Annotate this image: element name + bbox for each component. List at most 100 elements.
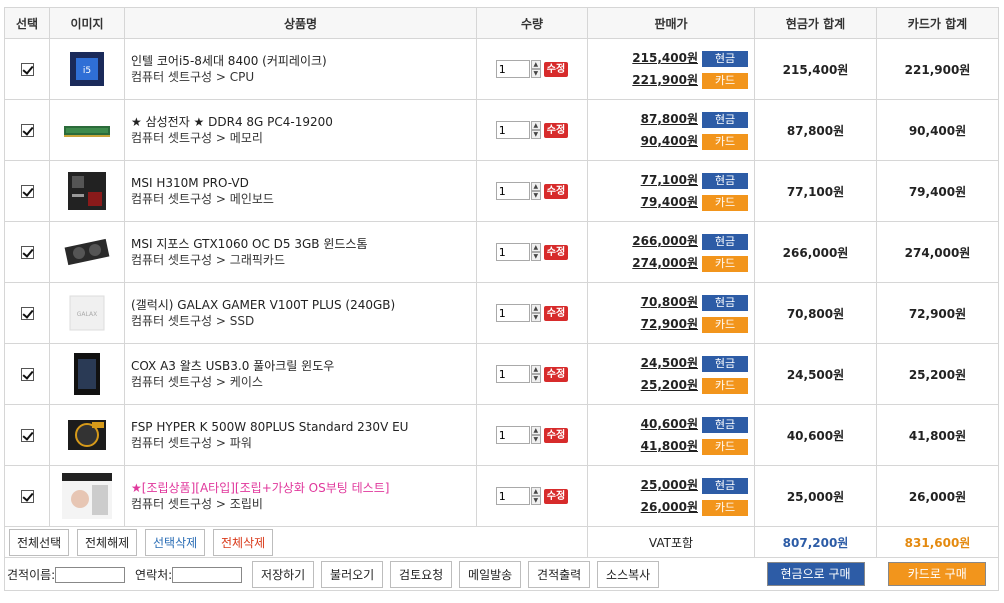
chevron-down-icon[interactable]: ▼ [530,313,541,322]
quantity-stepper[interactable]: ▲ ▼ [530,182,541,200]
cash-tag: 현금 [702,294,748,311]
product-thumbnail[interactable] [62,229,112,275]
modify-button[interactable]: 수정 [543,183,569,199]
product-thumbnail[interactable]: GALAX [62,290,112,336]
chevron-up-icon[interactable]: ▲ [530,243,541,252]
modify-button[interactable]: 수정 [543,122,569,138]
review-request-button[interactable]: 검토요청 [390,560,453,588]
cash-sum: 87,800원 [754,99,877,161]
product-thumbnail[interactable] [62,168,112,214]
quantity-input[interactable] [495,243,530,261]
product-category: 컴퓨터 셋트구성 > CPU [131,70,255,84]
chevron-up-icon[interactable]: ▲ [530,426,541,435]
quantity-stepper[interactable]: ▲ ▼ [530,243,541,261]
quantity-stepper[interactable]: ▲ ▼ [530,60,541,78]
product-thumbnail[interactable] [62,473,112,519]
row-checkbox[interactable] [20,368,34,381]
save-button[interactable]: 저장하기 [252,560,315,588]
cash-price: 87,800원 [640,112,698,126]
quantity-stepper[interactable]: ▲ ▼ [530,487,541,505]
row-checkbox[interactable] [20,429,34,442]
card-price: 274,000원 [632,256,698,270]
product-thumbnail[interactable] [62,351,112,397]
header-name: 상품명 [124,7,477,39]
product-name[interactable]: ★ 삼성전자 ★ DDR4 8G PC4-19200 [131,114,476,130]
chevron-up-icon[interactable]: ▲ [530,487,541,496]
chevron-up-icon[interactable]: ▲ [530,121,541,130]
chevron-up-icon[interactable]: ▲ [530,182,541,191]
chevron-down-icon[interactable]: ▼ [530,496,541,505]
delete-all-button[interactable]: 전체삭제 [213,528,274,556]
product-category: 컴퓨터 셋트구성 > 케이스 [131,375,263,389]
product-thumbnail[interactable] [62,107,112,153]
product-name[interactable]: (갤럭시) GALAX GAMER V100T PLUS (240GB) [131,297,476,313]
product-thumbnail[interactable]: i5 [62,46,112,92]
product-name[interactable]: MSI H310M PRO-VD [131,175,476,191]
quantity-input[interactable] [495,182,530,200]
row-checkbox[interactable] [20,124,34,137]
modify-button[interactable]: 수정 [543,305,569,321]
quantity-input[interactable] [495,365,530,383]
product-name[interactable]: FSP HYPER K 500W 80PLUS Standard 230V EU [131,419,476,435]
chevron-down-icon[interactable]: ▼ [530,191,541,200]
quantity-input[interactable] [495,121,530,139]
print-quote-button[interactable]: 견적출력 [528,560,591,588]
table-row: MSI 지포스 GTX1060 OC D5 3GB 윈드스톰 컴퓨터 셋트구성 … [4,221,999,283]
contact-input[interactable] [172,567,243,583]
cash-tag: 현금 [702,477,748,494]
load-button[interactable]: 불러오기 [321,560,384,588]
product-name[interactable]: 인텔 코어i5-8세대 8400 (커피레이크) [131,53,476,69]
cash-sum: 70,800원 [754,282,877,344]
chevron-up-icon[interactable]: ▲ [530,60,541,69]
quantity-stepper[interactable]: ▲ ▼ [530,426,541,444]
product-name[interactable]: COX A3 왈츠 USB3.0 풀아크릴 윈도우 [131,358,476,374]
chevron-up-icon[interactable]: ▲ [530,365,541,374]
modify-button[interactable]: 수정 [543,427,569,443]
quantity-input[interactable] [495,426,530,444]
header-row: 선택 이미지 상품명 수량 판매가 현금가 합계 카드가 합계 [4,7,999,39]
card-tag: 카드 [702,194,748,211]
row-checkbox[interactable] [20,490,34,503]
card-price: 26,000원 [640,500,698,514]
copy-source-button[interactable]: 소스복사 [597,560,660,588]
row-checkbox[interactable] [20,307,34,320]
modify-button[interactable]: 수정 [543,61,569,77]
chevron-down-icon[interactable]: ▼ [530,374,541,383]
select-all-button[interactable]: 전체선택 [9,528,70,556]
svg-text:GALAX: GALAX [77,311,97,318]
send-email-button[interactable]: 메일발송 [459,560,522,588]
quantity-stepper[interactable]: ▲ ▼ [530,365,541,383]
delete-selected-button[interactable]: 선택삭제 [145,528,206,556]
table-row: ★[조립상품][A타입][조립+가상화 OS부팅 테스트] 컴퓨터 셋트구성 >… [4,465,999,527]
row-checkbox[interactable] [20,246,34,259]
card-sum: 274,000원 [876,221,999,283]
card-price: 41,800원 [640,439,698,453]
chevron-down-icon[interactable]: ▼ [530,435,541,444]
row-checkbox[interactable] [20,185,34,198]
product-name[interactable]: MSI 지포스 GTX1060 OC D5 3GB 윈드스톰 [131,236,476,252]
quantity-stepper[interactable]: ▲ ▼ [530,121,541,139]
chevron-down-icon[interactable]: ▼ [530,252,541,261]
row-checkbox[interactable] [20,63,34,76]
deselect-all-button[interactable]: 전체해제 [77,528,138,556]
quantity-input[interactable] [495,60,530,78]
card-price: 25,200원 [640,378,698,392]
product-thumbnail[interactable] [62,412,112,458]
footer-actions-row: 전체선택 전체해제 선택삭제 전체삭제 VAT포함 807,200원 831,6… [4,526,999,558]
cash-sum: 25,000원 [754,465,877,527]
quantity-stepper[interactable]: ▲ ▼ [530,304,541,322]
quantity-input[interactable] [495,487,530,505]
modify-button[interactable]: 수정 [543,244,569,260]
quantity-input[interactable] [495,304,530,322]
chevron-up-icon[interactable]: ▲ [530,304,541,313]
cash-tag: 현금 [702,111,748,128]
buy-cash-button[interactable]: 현금으로 구매 [766,562,865,586]
chevron-down-icon[interactable]: ▼ [530,130,541,139]
modify-button[interactable]: 수정 [543,488,569,504]
product-name[interactable]: ★[조립상품][A타입][조립+가상화 OS부팅 테스트] [131,480,476,496]
quote-name-input[interactable] [55,567,126,583]
buy-card-button[interactable]: 카드로 구매 [888,562,987,586]
modify-button[interactable]: 수정 [543,366,569,382]
chevron-down-icon[interactable]: ▼ [530,69,541,78]
card-price: 72,900원 [640,317,698,331]
